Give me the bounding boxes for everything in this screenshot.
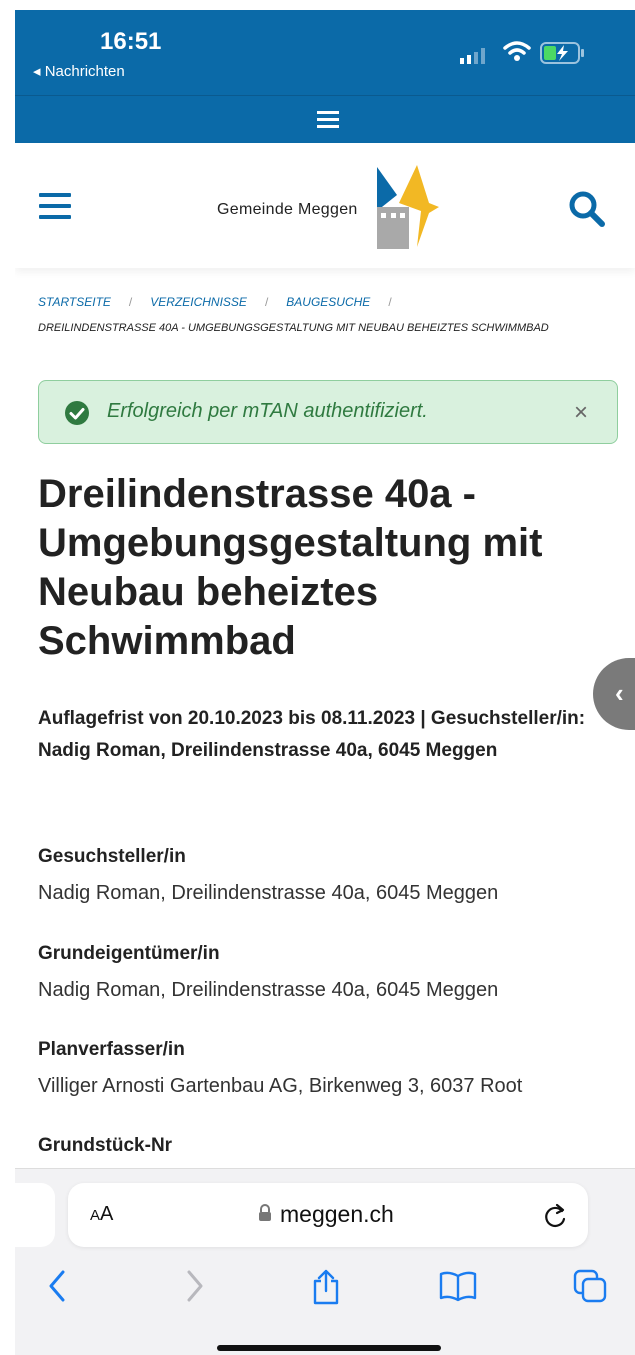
field-label-planverfasser: Planverfasser/in (38, 1039, 185, 1060)
success-alert: Erfolgreich per mTAN authentifiziert. × (38, 380, 618, 444)
cellular-signal-icon (460, 48, 485, 64)
field-value-grundeigentuemer: Nadig Roman, Dreilindenstrasse 40a, 6045… (38, 979, 499, 1001)
home-indicator (217, 1345, 441, 1351)
aa-big: A (100, 1203, 114, 1225)
bookmarks-icon[interactable] (439, 1269, 477, 1303)
breadcrumb-current: DREILINDENSTRASSE 40A - UMGEBUNGSGESTALT… (38, 322, 549, 334)
breadcrumb-separator: / (128, 295, 133, 309)
menu-icon[interactable] (317, 111, 339, 129)
field-label-grundeigentuemer: Grundeigentümer/in (38, 943, 220, 964)
check-circle-icon (65, 401, 89, 425)
breadcrumb-link-verzeichnisse[interactable]: VERZEICHNISSE (150, 295, 247, 309)
breadcrumb-link-startseite[interactable]: STARTSEITE (38, 295, 111, 309)
breadcrumb-separator: / (388, 295, 392, 309)
top-nav-bar (15, 95, 635, 144)
site-name[interactable]: Gemeinde Meggen (217, 201, 358, 219)
chevron-left-icon: ‹ (615, 678, 624, 708)
reader-text-size-button[interactable]: AA (90, 1203, 113, 1226)
gemeinde-meggen-logo[interactable] (373, 163, 443, 249)
share-icon[interactable] (311, 1269, 341, 1305)
address-bar[interactable]: AA meggen.ch (68, 1183, 588, 1247)
previous-tab-preview[interactable] (15, 1183, 55, 1247)
back-to-app-link[interactable]: ◂ Nachrichten (33, 62, 125, 80)
page-subtitle: Auflagefrist von 20.10.2023 bis 08.11.20… (38, 708, 586, 761)
wifi-icon (503, 41, 531, 61)
tabs-icon[interactable] (573, 1269, 609, 1305)
site-header: Gemeinde Meggen (15, 143, 635, 268)
breadcrumb-link-baugesuche[interactable]: BAUGESUCHE (286, 295, 370, 309)
forward-arrow-icon[interactable] (183, 1269, 205, 1303)
hamburger-menu-icon[interactable] (39, 193, 71, 226)
back-arrow-icon[interactable] (47, 1269, 69, 1303)
phone-screen: 16:51 ◂ Nachrichten Gemeinde Meggen STAR… (15, 0, 635, 1355)
reload-icon[interactable] (542, 1201, 568, 1229)
field-value-gesuchsteller: Nadig Roman, Dreilindenstrasse 40a, 6045… (38, 882, 499, 904)
search-icon[interactable] (567, 189, 607, 229)
browser-toolbar: AA meggen.ch (15, 1168, 635, 1355)
field-label-grundstueck-nr: Grundstück-Nr (38, 1135, 173, 1156)
clock: 16:51 (100, 28, 162, 55)
lock-icon (259, 1204, 271, 1221)
status-bar: 16:51 ◂ Nachrichten (15, 10, 635, 95)
field-value-planverfasser: Villiger Arnosti Gartenbau AG, Birkenweg… (38, 1075, 523, 1097)
page-title: Dreilindenstrasse 40a - Umgebungsgestalt… (38, 472, 543, 663)
breadcrumb: STARTSEITE / VERZEICHNISSE / BAUGESUCHE / (38, 295, 410, 309)
field-label-gesuchsteller: Gesuchsteller/in (38, 846, 186, 867)
breadcrumb-separator: / (264, 295, 269, 309)
battery-charging-icon (540, 42, 584, 64)
url-text: meggen.ch (280, 1201, 394, 1227)
alert-message: Erfolgreich per mTAN authentifiziert. (107, 400, 428, 422)
aa-small: A (90, 1207, 101, 1224)
close-icon[interactable]: × (574, 399, 588, 427)
